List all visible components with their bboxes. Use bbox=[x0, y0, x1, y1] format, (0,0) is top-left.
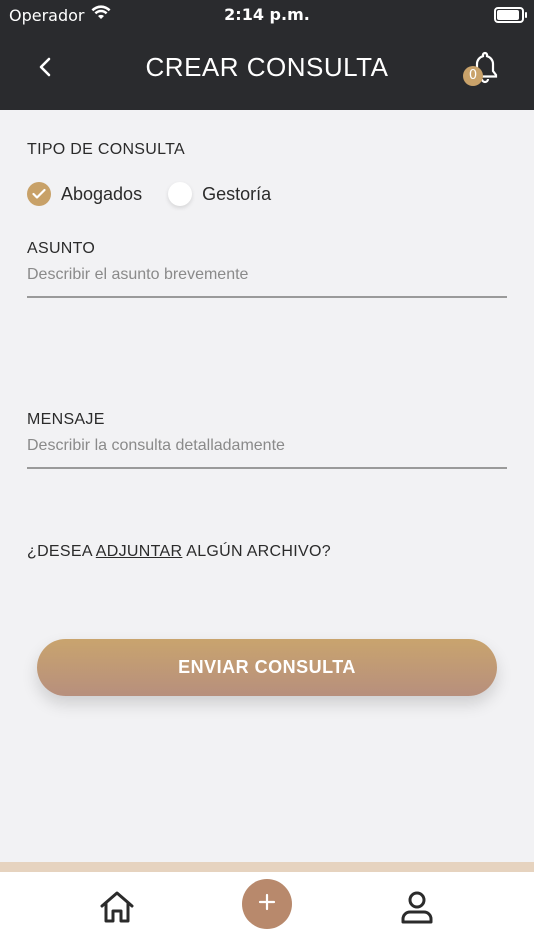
page-title: CREAR CONSULTA bbox=[145, 52, 389, 82]
radio-gestoria[interactable]: Gestoría bbox=[168, 182, 271, 206]
battery-icon bbox=[494, 7, 527, 23]
check-icon bbox=[27, 182, 51, 206]
plus-icon bbox=[258, 893, 276, 915]
radio-unchecked-icon bbox=[168, 182, 193, 206]
radio-abogados[interactable]: Abogados bbox=[27, 182, 142, 206]
enviar-consulta-button[interactable]: ENVIAR CONSULTA bbox=[37, 639, 497, 696]
status-time: 2:14 p.m. bbox=[224, 5, 310, 24]
tab-profile[interactable] bbox=[392, 884, 442, 934]
tipo-consulta-options: Abogados Gestoría bbox=[27, 182, 297, 206]
tab-home[interactable] bbox=[92, 884, 142, 934]
home-icon bbox=[99, 890, 135, 928]
mensaje-field: MENSAJE bbox=[27, 411, 507, 469]
tabbar-divider bbox=[0, 862, 534, 872]
attach-suffix: ALGÚN ARCHIVO? bbox=[182, 543, 331, 560]
user-icon bbox=[400, 890, 434, 928]
tab-bar bbox=[0, 872, 534, 950]
radio-gestoria-label: Gestoría bbox=[202, 183, 272, 204]
asunto-label: ASUNTO bbox=[27, 240, 96, 257]
header: CREAR CONSULTA 0 bbox=[0, 28, 534, 110]
tab-add[interactable] bbox=[242, 879, 292, 929]
radio-abogados-label: Abogados bbox=[61, 183, 143, 204]
asunto-field: ASUNTO bbox=[27, 240, 507, 298]
asunto-input[interactable] bbox=[27, 260, 507, 298]
attach-prompt: ¿DESEA ADJUNTAR ALGÚN ARCHIVO? bbox=[27, 543, 331, 561]
tipo-consulta-label: TIPO DE CONSULTA bbox=[27, 141, 186, 158]
mensaje-label: MENSAJE bbox=[27, 411, 105, 428]
attach-prefix: ¿DESEA bbox=[27, 543, 96, 560]
status-bar: Operador 2:14 p.m. bbox=[0, 0, 534, 28]
attach-link[interactable]: ADJUNTAR bbox=[96, 543, 183, 560]
notification-badge: 0 bbox=[463, 66, 483, 86]
mensaje-input[interactable] bbox=[27, 431, 507, 469]
